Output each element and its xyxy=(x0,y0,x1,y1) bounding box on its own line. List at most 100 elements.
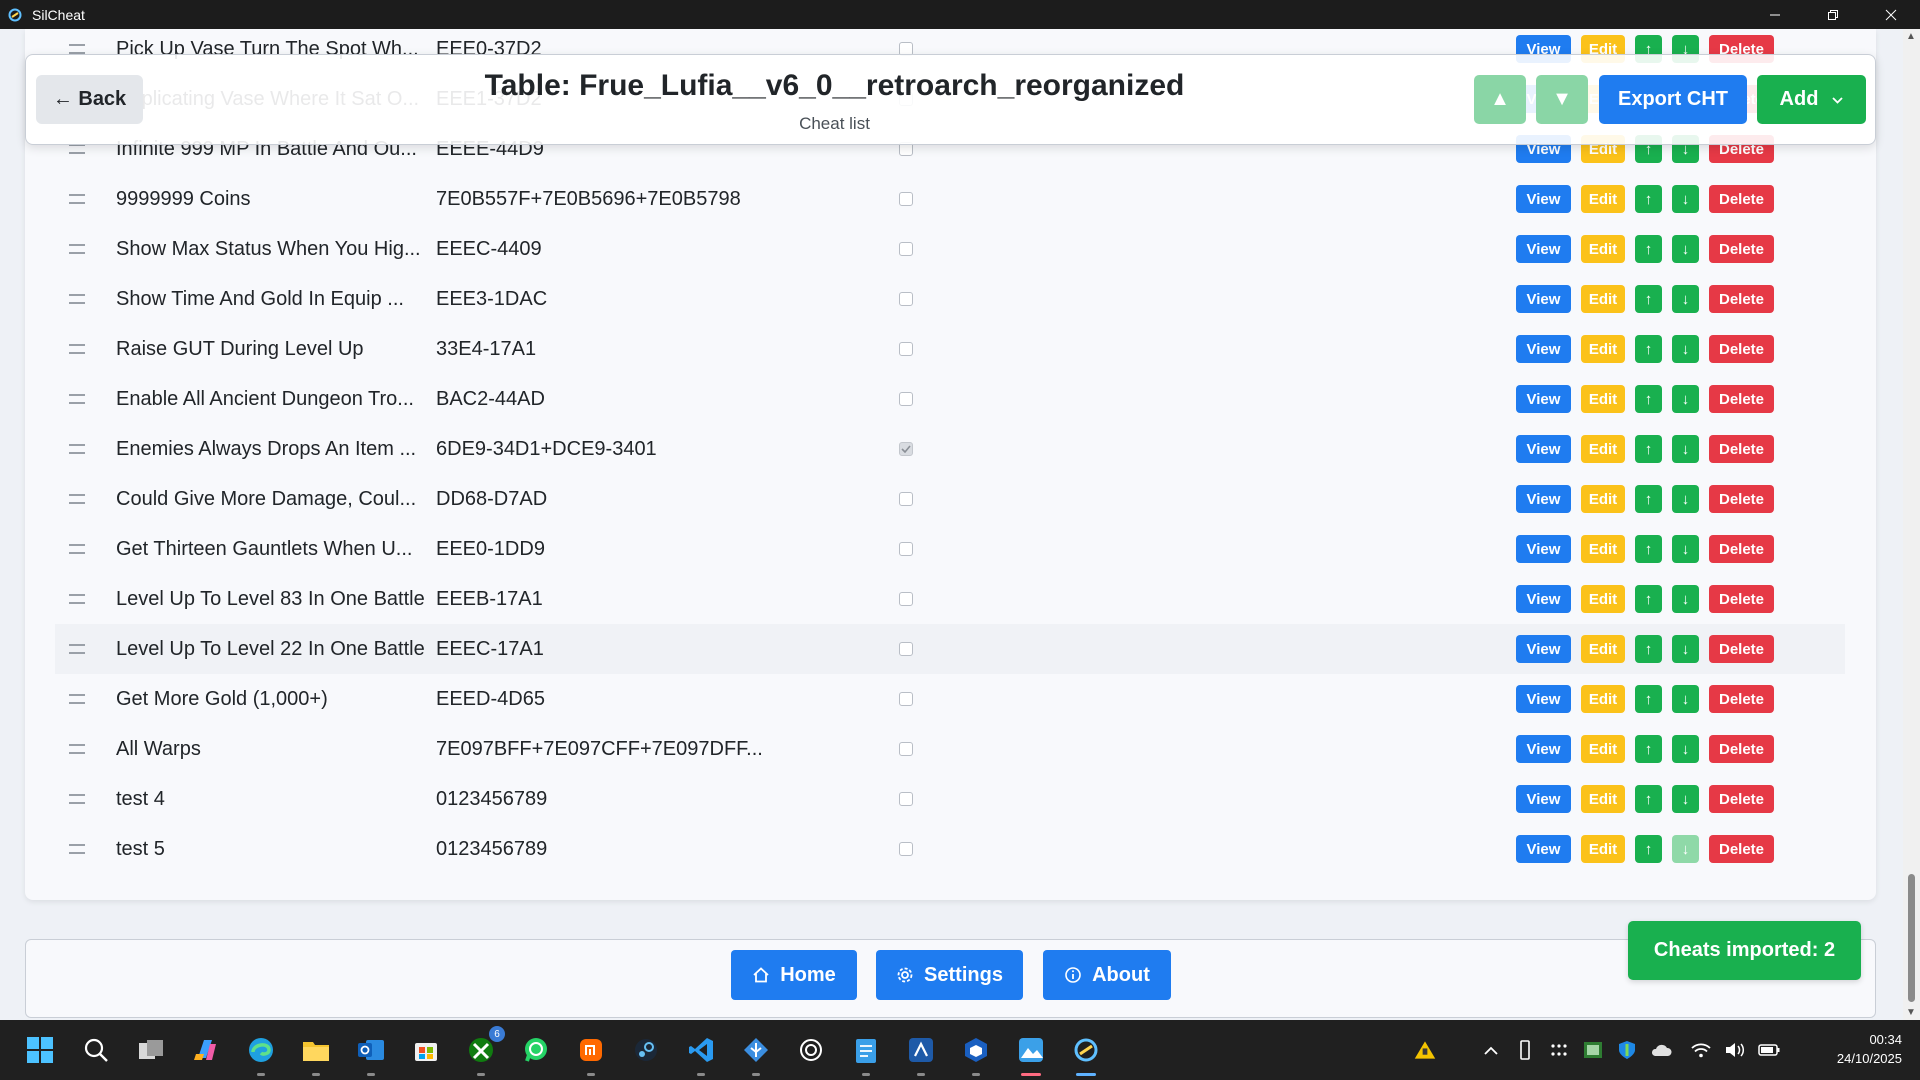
cheat-row[interactable]: Show Time And Gold In Equip ... EEE3-1DAC… xyxy=(55,274,1845,324)
edit-button[interactable]: Edit xyxy=(1581,535,1625,563)
security-shield-icon[interactable] xyxy=(1616,1039,1638,1061)
edit-button[interactable]: Edit xyxy=(1581,585,1625,613)
cheat-row[interactable]: Raise GUT During Level Up 33E4-17A1 View Ed… xyxy=(55,324,1845,374)
cheat-enabled-checkbox[interactable] xyxy=(899,842,913,856)
cheat-row[interactable]: Level Up To Level 22 In One Battle EEEC-1… xyxy=(55,624,1845,674)
edit-button[interactable]: Edit xyxy=(1581,735,1625,763)
drag-handle-icon[interactable] xyxy=(69,594,85,604)
drag-handle-icon[interactable] xyxy=(69,344,85,354)
view-button[interactable]: View xyxy=(1516,335,1571,363)
notepad-icon[interactable] xyxy=(848,1032,884,1076)
delete-button[interactable]: Delete xyxy=(1709,685,1774,713)
move-row-down-button[interactable]: ↓ xyxy=(1672,585,1699,613)
view-button[interactable]: View xyxy=(1516,285,1571,313)
cheat-enabled-checkbox[interactable] xyxy=(899,342,913,356)
cheat-enabled-checkbox[interactable] xyxy=(899,542,913,556)
scroll-down-arrow-icon[interactable]: ▼ xyxy=(1906,1007,1916,1018)
view-button[interactable]: View xyxy=(1516,535,1571,563)
cheat-enabled-checkbox[interactable] xyxy=(899,192,913,206)
chatgpt-icon[interactable] xyxy=(793,1032,829,1068)
drag-handle-icon[interactable] xyxy=(69,494,85,504)
view-button[interactable]: View xyxy=(1516,585,1571,613)
move-row-down-button[interactable]: ↓ xyxy=(1672,235,1699,263)
vscode-icon[interactable] xyxy=(683,1032,719,1076)
delete-button[interactable]: Delete xyxy=(1709,635,1774,663)
edge-browser-icon[interactable] xyxy=(243,1032,279,1076)
edit-button[interactable]: Edit xyxy=(1581,235,1625,263)
delete-button[interactable]: Delete xyxy=(1709,485,1774,513)
cheat-enabled-checkbox[interactable] xyxy=(899,242,913,256)
cheat-row[interactable]: Enable All Ancient Dungeon Tro... BAC2-44… xyxy=(55,374,1845,424)
cheat-enabled-checkbox[interactable] xyxy=(899,592,913,606)
gpu-monitor-icon[interactable] xyxy=(1582,1039,1604,1061)
cheat-enabled-checkbox[interactable] xyxy=(899,492,913,506)
delete-button[interactable]: Delete xyxy=(1709,335,1774,363)
view-button[interactable]: View xyxy=(1516,235,1571,263)
delete-button[interactable]: Delete xyxy=(1709,385,1774,413)
cheat-row[interactable]: Get More Gold (1,000+) EEED-4D65 View Edit ↑… xyxy=(55,674,1845,724)
restore-button[interactable] xyxy=(1804,0,1862,29)
cheat-row[interactable]: Could Give More Damage, Coul... DD68-D7AD… xyxy=(55,474,1845,524)
copilot-icon[interactable] xyxy=(188,1032,224,1068)
move-row-up-button[interactable]: ↑ xyxy=(1635,285,1662,313)
settings-button[interactable]: Settings xyxy=(876,950,1023,1000)
edit-button[interactable]: Edit xyxy=(1581,285,1625,313)
move-row-up-button[interactable]: ↑ xyxy=(1635,185,1662,213)
move-row-up-button[interactable]: ↑ xyxy=(1635,835,1662,863)
cheat-row[interactable]: test 5 0123456789 View Edit ↑ ↓ Delete xyxy=(55,824,1845,874)
drag-handle-icon[interactable] xyxy=(69,644,85,654)
view-button[interactable]: View xyxy=(1516,785,1571,813)
battery-icon[interactable] xyxy=(1758,1039,1780,1061)
scrollbar-thumb[interactable] xyxy=(1908,874,1915,1002)
drag-handle-icon[interactable] xyxy=(69,744,85,754)
move-row-down-button[interactable]: ↓ xyxy=(1672,835,1699,863)
view-button[interactable]: View xyxy=(1516,185,1571,213)
onedrive-cloud-icon[interactable] xyxy=(1650,1039,1672,1061)
usb-device-icon[interactable] xyxy=(1514,1039,1536,1061)
edit-button[interactable]: Edit xyxy=(1581,835,1625,863)
move-row-up-button[interactable]: ↑ xyxy=(1635,735,1662,763)
edit-button[interactable]: Edit xyxy=(1581,335,1625,363)
cheat-enabled-checkbox[interactable] xyxy=(899,792,913,806)
drag-handle-icon[interactable] xyxy=(69,694,85,704)
xiaomi-app-icon[interactable] xyxy=(573,1032,609,1076)
whatsapp-icon[interactable] xyxy=(518,1032,554,1068)
view-button[interactable]: View xyxy=(1516,735,1571,763)
drag-handle-icon[interactable] xyxy=(69,544,85,554)
cheat-row[interactable]: 9999999 Coins 7E0B557F+7E0B5696+7E0B5798 V… xyxy=(55,174,1845,224)
git-kraken-icon[interactable] xyxy=(738,1032,774,1076)
move-row-up-button[interactable]: ↑ xyxy=(1635,385,1662,413)
minimize-button[interactable] xyxy=(1746,0,1804,29)
close-window-button[interactable] xyxy=(1862,0,1920,29)
move-row-down-button[interactable]: ↓ xyxy=(1672,335,1699,363)
cheat-row[interactable]: All Warps 7E097BFF+7E097CFF+7E097DFF... Vi… xyxy=(55,724,1845,774)
cheat-row[interactable]: Level Up To Level 83 In One Battle EEEB-1… xyxy=(55,574,1845,624)
home-button[interactable]: Home xyxy=(731,950,857,1000)
move-row-down-button[interactable]: ↓ xyxy=(1672,285,1699,313)
file-explorer-icon[interactable] xyxy=(298,1032,334,1076)
move-row-down-button[interactable]: ↓ xyxy=(1672,485,1699,513)
cheat-row[interactable]: Show Max Status When You Hig... EEEC-4409… xyxy=(55,224,1845,274)
move-down-button[interactable]: ▼ xyxy=(1536,75,1588,124)
move-row-down-button[interactable]: ↓ xyxy=(1672,685,1699,713)
wifi-icon[interactable] xyxy=(1690,1039,1712,1061)
cheat-enabled-checkbox[interactable] xyxy=(899,442,913,456)
move-row-up-button[interactable]: ↑ xyxy=(1635,785,1662,813)
move-row-up-button[interactable]: ↑ xyxy=(1635,485,1662,513)
drag-handle-icon[interactable] xyxy=(69,194,85,204)
cheat-enabled-checkbox[interactable] xyxy=(899,692,913,706)
cheat-row[interactable]: Enemies Always Drops An Item ... 6DE9-34D… xyxy=(55,424,1845,474)
edit-button[interactable]: Edit xyxy=(1581,385,1625,413)
delete-button[interactable]: Delete xyxy=(1709,535,1774,563)
edit-button[interactable]: Edit xyxy=(1581,185,1625,213)
vlc-warning-icon[interactable] xyxy=(1414,1039,1436,1061)
search-icon[interactable] xyxy=(78,1032,114,1068)
virtualbox-icon[interactable] xyxy=(958,1032,994,1076)
delete-button[interactable]: Delete xyxy=(1709,285,1774,313)
view-button[interactable]: View xyxy=(1516,685,1571,713)
move-row-up-button[interactable]: ↑ xyxy=(1635,535,1662,563)
edit-button[interactable]: Edit xyxy=(1581,685,1625,713)
view-button[interactable]: View xyxy=(1516,435,1571,463)
view-button[interactable]: View xyxy=(1516,635,1571,663)
move-row-down-button[interactable]: ↓ xyxy=(1672,535,1699,563)
